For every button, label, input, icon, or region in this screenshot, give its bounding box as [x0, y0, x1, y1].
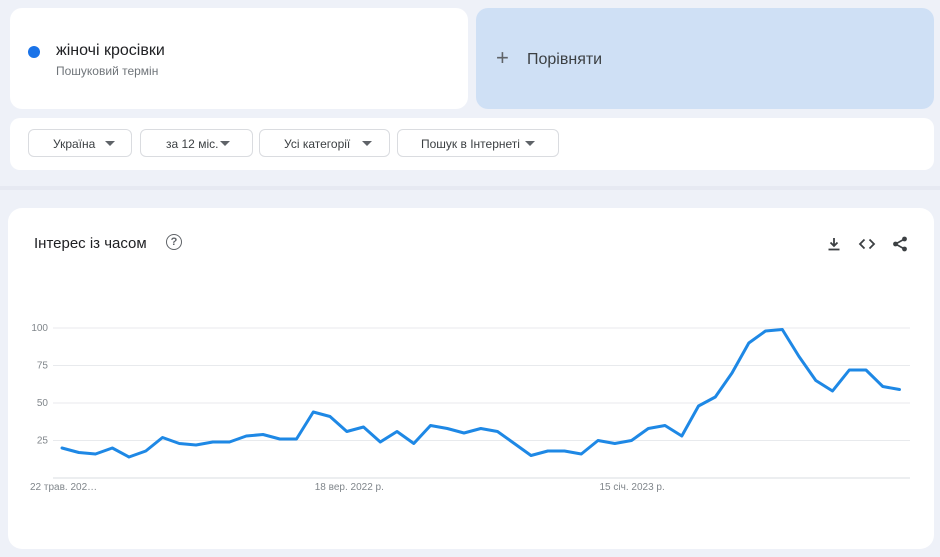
data-point[interactable]: [362, 425, 366, 429]
data-point[interactable]: [462, 431, 466, 435]
y-tick-label: 25: [37, 436, 49, 447]
search-term-subtitle: Пошуковий термін: [56, 64, 159, 78]
data-point[interactable]: [831, 389, 835, 393]
chevron-down-icon: [362, 141, 372, 146]
x-tick-label: 22 трав. 202…: [30, 482, 97, 493]
region-dropdown-label: Україна: [53, 137, 96, 151]
chevron-down-icon: [220, 141, 230, 146]
y-tick-label: 75: [37, 361, 49, 372]
data-point[interactable]: [697, 404, 701, 408]
data-point[interactable]: [244, 434, 248, 438]
data-point[interactable]: [261, 433, 265, 437]
category-dropdown[interactable]: Усі категорії: [259, 129, 390, 157]
data-point[interactable]: [713, 395, 717, 399]
data-point[interactable]: [864, 368, 868, 372]
x-tick-label: 15 січ. 2023 р.: [600, 482, 665, 493]
y-tick-label: 100: [31, 323, 48, 334]
period-dropdown-label: за 12 міс.: [166, 137, 219, 151]
interest-over-time-card: Інтерес із часом ? 25 50 75 100 22 трав. 202…: [8, 208, 934, 549]
data-point[interactable]: [563, 449, 567, 453]
search-type-dropdown[interactable]: Пошук в Інтернеті: [397, 129, 559, 157]
data-point[interactable]: [479, 427, 483, 431]
term-color-dot: [28, 46, 40, 58]
data-point[interactable]: [211, 440, 215, 444]
data-point[interactable]: [110, 446, 114, 450]
data-point[interactable]: [579, 452, 583, 456]
data-point[interactable]: [94, 452, 98, 456]
data-point[interactable]: [328, 415, 332, 419]
data-point[interactable]: [228, 440, 232, 444]
data-point[interactable]: [596, 439, 600, 443]
chevron-down-icon: [105, 141, 115, 146]
data-point[interactable]: [278, 437, 282, 441]
data-point[interactable]: [429, 424, 433, 428]
chevron-down-icon: [525, 141, 535, 146]
x-tick-label: 18 вер. 2022 р.: [315, 482, 384, 493]
search-term-card[interactable]: жіночі кросівки Пошуковий термін: [10, 8, 468, 109]
data-point[interactable]: [295, 437, 299, 441]
data-point[interactable]: [764, 329, 768, 333]
data-point[interactable]: [177, 442, 181, 446]
data-point[interactable]: [747, 341, 751, 345]
data-point[interactable]: [445, 427, 449, 431]
data-point[interactable]: [345, 430, 349, 434]
data-point[interactable]: [663, 424, 667, 428]
data-point[interactable]: [529, 454, 533, 458]
category-dropdown-label: Усі категорії: [284, 137, 351, 151]
data-point[interactable]: [814, 379, 818, 383]
data-point[interactable]: [630, 439, 634, 443]
data-point[interactable]: [395, 430, 399, 434]
data-point[interactable]: [797, 355, 801, 359]
compare-label: Порівняти: [527, 51, 603, 68]
filters-bar: Україна за 12 міс. Усі категорії Пошук в…: [10, 118, 934, 170]
section-divider: [0, 186, 940, 190]
data-point[interactable]: [144, 449, 148, 453]
data-point[interactable]: [780, 328, 784, 332]
data-point[interactable]: [680, 434, 684, 438]
data-point[interactable]: [194, 443, 198, 447]
data-point[interactable]: [512, 442, 516, 446]
data-point[interactable]: [881, 385, 885, 389]
data-point[interactable]: [77, 451, 81, 455]
data-point[interactable]: [378, 440, 382, 444]
data-point[interactable]: [847, 368, 851, 372]
y-tick-label: 50: [37, 398, 49, 409]
data-point[interactable]: [646, 427, 650, 431]
data-point[interactable]: [546, 449, 550, 453]
period-dropdown[interactable]: за 12 міс.: [140, 129, 253, 157]
search-type-dropdown-label: Пошук в Інтернеті: [421, 137, 520, 151]
data-point[interactable]: [613, 442, 617, 446]
data-point[interactable]: [60, 446, 64, 450]
data-point[interactable]: [311, 410, 315, 414]
data-point[interactable]: [898, 388, 902, 392]
search-term-name[interactable]: жіночі кросівки: [56, 42, 165, 60]
plus-icon: +: [496, 45, 509, 70]
line-chart: 25 50 75 100 22 трав. 202… 18 вер. 2022 р. 15 …: [30, 323, 910, 493]
data-point[interactable]: [161, 436, 165, 440]
data-point[interactable]: [127, 455, 131, 459]
data-point[interactable]: [412, 442, 416, 446]
data-point[interactable]: [496, 430, 500, 434]
data-point[interactable]: [730, 371, 734, 375]
compare-button[interactable]: + Порівняти: [476, 8, 934, 109]
series-line[interactable]: [60, 328, 901, 459]
region-dropdown[interactable]: Україна: [28, 129, 132, 157]
